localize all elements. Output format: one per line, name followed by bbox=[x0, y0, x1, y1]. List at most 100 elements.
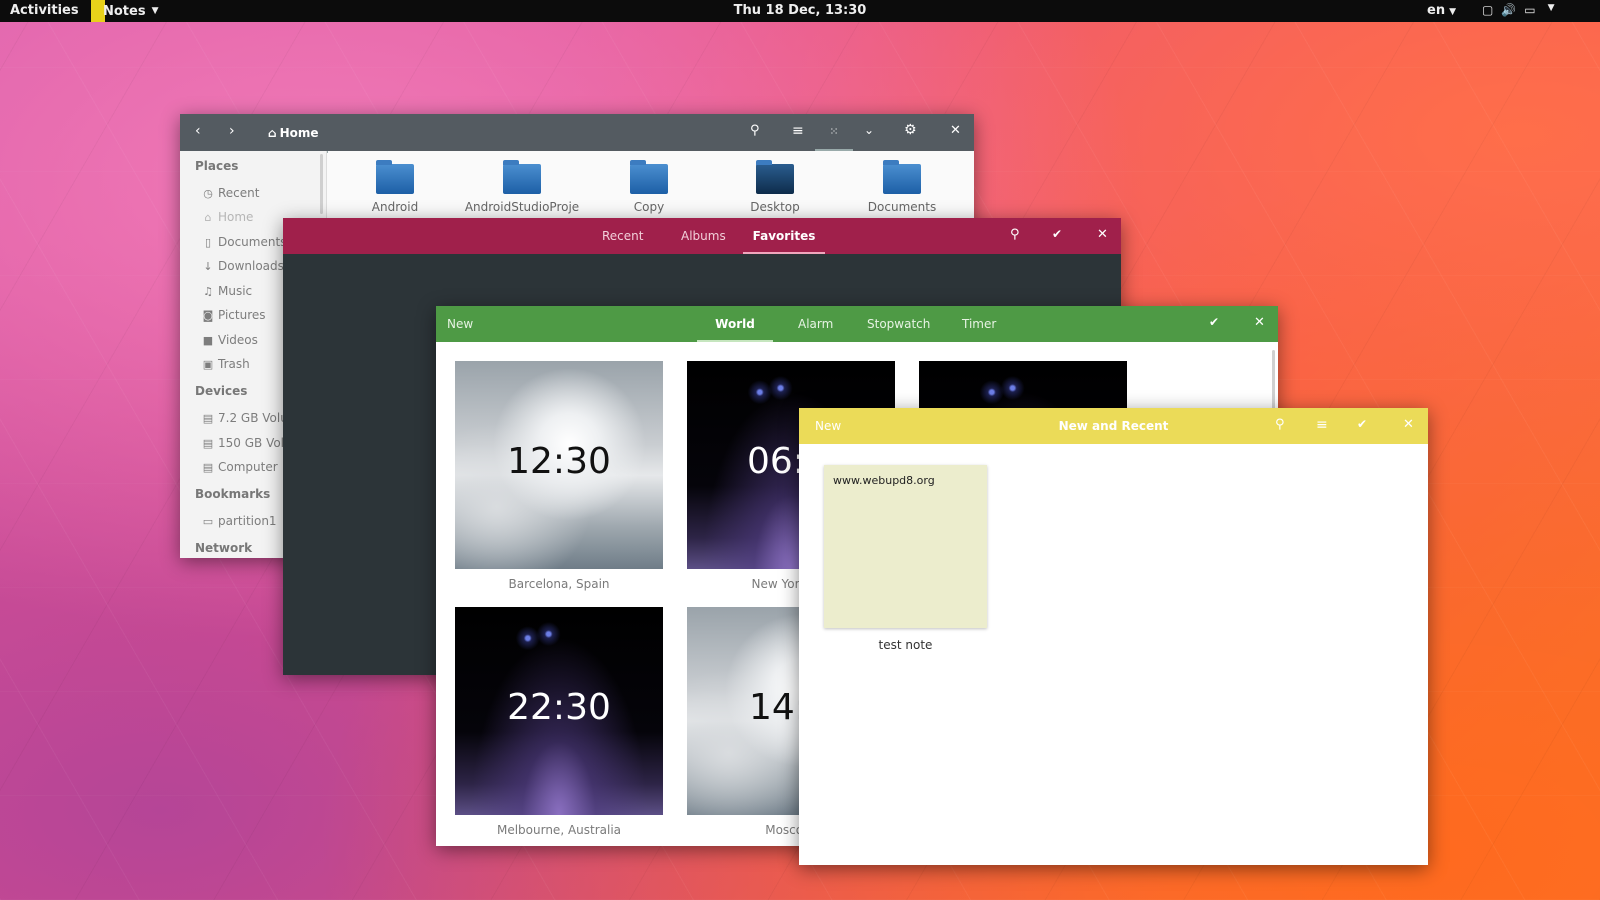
sidebar-item-label: 7.2 GB Volu bbox=[218, 411, 288, 425]
folder-item[interactable]: Copy bbox=[589, 160, 709, 214]
clock-time: 12:30 bbox=[507, 441, 611, 482]
back-icon[interactable]: ‹ bbox=[195, 123, 201, 139]
sidebar-item-bookmark[interactable]: ▭ partition1 bbox=[202, 514, 277, 528]
language-indicator[interactable]: en ▼ bbox=[1427, 3, 1456, 18]
top-bar: Activities Notes ▼ Thu 18 Dec, 13:30 en ▼… bbox=[0, 0, 1600, 22]
documents-folder-icon bbox=[883, 160, 921, 194]
sidebar-item-label: 150 GB Volu bbox=[218, 436, 292, 450]
new-button[interactable]: New bbox=[447, 317, 473, 331]
note-content: www.webupd8.org bbox=[833, 474, 935, 487]
folder-label: Desktop bbox=[750, 200, 800, 214]
note-card[interactable]: www.webupd8.org bbox=[824, 465, 987, 628]
download-icon: ↓ bbox=[203, 259, 213, 273]
tab-alarm[interactable]: Alarm bbox=[798, 317, 833, 331]
sidebar-item-music[interactable]: ♫ Music bbox=[202, 284, 252, 298]
path-home-button[interactable]: ⌂ Home bbox=[258, 114, 328, 153]
clock-city: Barcelona, Spain bbox=[508, 577, 610, 591]
clock-time: 22:30 bbox=[507, 687, 611, 728]
sidebar-item-label: Computer bbox=[218, 460, 278, 474]
clocks-header-bar: New World Alarm Stopwatch Timer ✔ ✕ bbox=[436, 306, 1278, 342]
check-icon[interactable]: ✔ bbox=[1052, 227, 1062, 241]
sidebar-item-trash[interactable]: ▣ Trash bbox=[202, 357, 250, 371]
sidebar-scrollbar[interactable] bbox=[320, 154, 323, 214]
folder-icon bbox=[376, 160, 414, 194]
desktop-folder-icon bbox=[756, 160, 794, 194]
world-clock-tile[interactable]: 12:30 bbox=[455, 361, 663, 569]
close-icon[interactable]: ✕ bbox=[1097, 227, 1108, 242]
network-heading: Network bbox=[195, 541, 253, 555]
clock-city: Melbourne, Australia bbox=[496, 823, 622, 837]
search-icon[interactable]: ⚲ bbox=[750, 123, 760, 138]
tab-recent[interactable]: Recent bbox=[602, 229, 643, 243]
language-label: en bbox=[1427, 3, 1446, 18]
system-tray[interactable]: ▢ 🔊 ▭ ▼ bbox=[1482, 3, 1555, 17]
devices-heading: Devices bbox=[195, 384, 248, 398]
folder-item[interactable]: AndroidStudioProje bbox=[462, 160, 582, 214]
folder-label: AndroidStudioProje bbox=[464, 200, 580, 214]
sidebar-item-recent[interactable]: ◷ Recent bbox=[202, 186, 259, 200]
check-icon[interactable]: ✔ bbox=[1209, 315, 1219, 329]
folder-label: Copy bbox=[633, 200, 665, 214]
check-icon[interactable]: ✔ bbox=[1357, 417, 1367, 431]
note-title: test note bbox=[878, 638, 933, 652]
menu-icon[interactable]: ≡ bbox=[1316, 417, 1328, 433]
chevron-down-icon: ▼ bbox=[1547, 3, 1555, 13]
trash-icon: ▣ bbox=[202, 357, 214, 371]
tab-favorites[interactable]: Favorites bbox=[743, 218, 825, 254]
close-icon[interactable]: ✕ bbox=[1403, 417, 1414, 432]
path-label: Home bbox=[279, 125, 319, 140]
sidebar-item-device[interactable]: ▤ 7.2 GB Volu bbox=[202, 411, 288, 425]
sidebar-item-home[interactable]: ⌂ Home bbox=[202, 210, 254, 224]
sidebar-item-label: Downloads bbox=[218, 259, 284, 273]
close-icon[interactable]: ✕ bbox=[1254, 315, 1265, 330]
bookmarks-heading: Bookmarks bbox=[195, 487, 271, 501]
folder-item[interactable]: Android bbox=[335, 160, 455, 214]
clock[interactable]: Thu 18 Dec, 13:30 bbox=[0, 3, 1600, 18]
sidebar-item-computer[interactable]: ▤ Computer bbox=[202, 460, 278, 474]
home-icon: ⌂ bbox=[268, 125, 277, 140]
close-icon[interactable]: ✕ bbox=[950, 123, 961, 138]
notes-header-bar: New New and Recent ⚲ ≡ ✔ ✕ bbox=[799, 408, 1428, 444]
grid-view-icon[interactable]: ⁙ bbox=[815, 114, 853, 151]
list-view-icon[interactable]: ≡ bbox=[792, 123, 804, 139]
tab-timer[interactable]: Timer bbox=[962, 317, 996, 331]
camera-icon: ◙ bbox=[202, 308, 214, 322]
sidebar-item-label: Recent bbox=[218, 186, 260, 200]
folder-icon bbox=[503, 160, 541, 194]
chevron-down-icon: ▼ bbox=[1449, 7, 1456, 17]
folder-item[interactable]: Documents bbox=[842, 160, 962, 214]
drive-icon: ▤ bbox=[202, 411, 214, 425]
sidebar-item-device[interactable]: ▤ 150 GB Volu bbox=[202, 436, 292, 450]
folder-label: Documents bbox=[867, 200, 937, 214]
search-icon[interactable]: ⚲ bbox=[1275, 417, 1285, 432]
clock-icon: ◷ bbox=[203, 186, 213, 200]
sidebar-item-label: Documents bbox=[218, 235, 287, 249]
photos-header-bar: Recent Albums Favorites ⚲ ✔ ✕ bbox=[283, 218, 1121, 254]
drive-icon: ▤ bbox=[202, 460, 214, 474]
tab-albums[interactable]: Albums bbox=[681, 229, 726, 243]
notes-window: New New and Recent ⚲ ≡ ✔ ✕ www.webupd8.o… bbox=[799, 408, 1428, 865]
gear-icon[interactable]: ⚙ bbox=[904, 122, 917, 138]
sidebar-item-label: Trash bbox=[218, 357, 250, 371]
sidebar-item-label: partition1 bbox=[218, 514, 277, 528]
sidebar-item-documents[interactable]: ▯ Documents bbox=[202, 235, 286, 249]
drive-icon: ▤ bbox=[202, 436, 214, 450]
folder-icon: ▭ bbox=[202, 514, 214, 528]
sidebar-item-videos[interactable]: ■ Videos bbox=[202, 333, 258, 347]
sidebar-item-downloads[interactable]: ↓ Downloads bbox=[202, 259, 284, 273]
world-clock-tile[interactable]: 22:30 bbox=[455, 607, 663, 815]
battery-icon: ▭ bbox=[1524, 3, 1536, 17]
files-header-bar: ‹ › ⌂ Home ⚲ ≡ ⁙ ⌄ ⚙ ✕ bbox=[180, 114, 974, 153]
view-options-chevron-icon[interactable]: ⌄ bbox=[864, 123, 874, 137]
video-icon: ■ bbox=[202, 333, 214, 347]
home-icon: ⌂ bbox=[204, 210, 212, 224]
tab-stopwatch[interactable]: Stopwatch bbox=[867, 317, 930, 331]
sidebar-item-label: Videos bbox=[218, 333, 258, 347]
sidebar-item-pictures[interactable]: ◙ Pictures bbox=[202, 308, 266, 322]
tab-world[interactable]: World bbox=[697, 306, 773, 342]
window-icon: ▢ bbox=[1482, 3, 1494, 17]
search-icon[interactable]: ⚲ bbox=[1010, 227, 1020, 242]
places-heading: Places bbox=[195, 159, 239, 173]
forward-icon[interactable]: › bbox=[229, 123, 235, 139]
folder-item[interactable]: Desktop bbox=[715, 160, 835, 214]
